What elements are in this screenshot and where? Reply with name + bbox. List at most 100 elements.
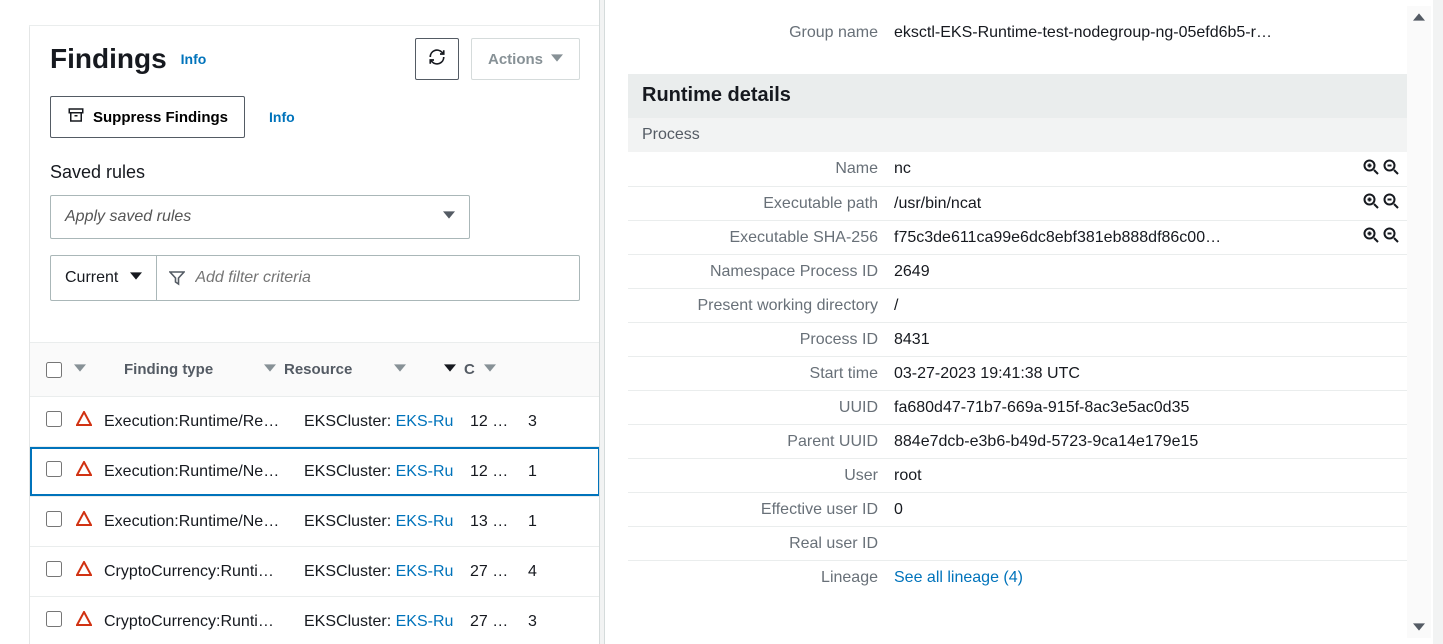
date-cell: 27 … <box>470 613 528 631</box>
sort-icon <box>394 361 406 378</box>
column-header-resource[interactable]: Resource <box>284 361 414 378</box>
saved-rules-heading: Saved rules <box>50 162 580 183</box>
date-cell: 12 … <box>470 463 528 481</box>
detail-row: Userroot <box>628 458 1407 492</box>
resource-cell: EKSCluster: EKS-Ru <box>304 613 470 631</box>
detail-row: Executable SHA-256f75c3de611ca99e6dc8ebf… <box>628 220 1407 254</box>
select-all-checkbox[interactable] <box>46 362 62 378</box>
sort-icon <box>484 361 496 378</box>
page-title: Findings <box>50 43 167 75</box>
finding-type-cell: Execution:Runtime/Ne… <box>104 463 304 481</box>
resource-link[interactable]: EKS-Ru <box>396 463 454 480</box>
date-cell: 13 … <box>470 513 528 531</box>
chevron-down-icon <box>130 269 142 287</box>
refresh-button[interactable] <box>415 38 459 80</box>
detail-value: root <box>894 467 1407 485</box>
actions-label: Actions <box>488 51 543 68</box>
detail-row: Process ID8431 <box>628 322 1407 356</box>
zoom-out-icon[interactable] <box>1383 227 1399 248</box>
info-link[interactable]: Info <box>181 51 207 67</box>
group-name-value: eksctl-EKS-Runtime-test-nodegroup-ng-05e… <box>894 24 1407 42</box>
suppress-findings-button[interactable]: Suppress Findings <box>50 96 245 138</box>
table-row[interactable]: Execution:Runtime/Ne…EKSCluster: EKS-Ru1… <box>30 447 600 497</box>
process-details-table: NamencExecutable path/usr/bin/ncatExecut… <box>628 152 1407 594</box>
detail-value: / <box>894 297 1407 315</box>
detail-label: UUID <box>628 399 894 417</box>
table-row[interactable]: Execution:Runtime/Ne…EKSCluster: EKS-Ru1… <box>30 497 600 547</box>
saved-rules-placeholder: Apply saved rules <box>65 208 191 226</box>
sort-icon <box>444 361 456 378</box>
date-cell: 27 … <box>470 563 528 581</box>
filter-icon <box>169 270 185 286</box>
resource-link[interactable]: EKS-Ru <box>396 513 454 530</box>
detail-value: 8431 <box>894 331 1407 349</box>
detail-value: 0 <box>894 501 1407 519</box>
saved-rules-select[interactable]: Apply saved rules <box>50 195 470 239</box>
suppress-info-link[interactable]: Info <box>269 109 295 125</box>
detail-label: Executable path <box>628 195 894 213</box>
detail-label: Process ID <box>628 331 894 349</box>
chevron-down-icon <box>551 51 563 68</box>
row-checkbox[interactable] <box>46 461 62 477</box>
detail-label: Real user ID <box>628 535 894 553</box>
lineage-link[interactable]: See all lineage (4) <box>894 569 1407 587</box>
detail-label: Executable SHA-256 <box>628 229 894 247</box>
zoom-in-icon[interactable] <box>1363 193 1379 214</box>
detail-row: Executable path/usr/bin/ncat <box>628 186 1407 220</box>
chevron-down-icon <box>74 361 86 378</box>
detail-label: Parent UUID <box>628 433 894 451</box>
filter-scope-value: Current <box>65 269 118 287</box>
detail-row: UUIDfa680d47-71b7-669a-915f-8ac3e5ac0d35 <box>628 390 1407 424</box>
detail-label: Namespace Process ID <box>628 263 894 281</box>
detail-label: User <box>628 467 894 485</box>
scroll-down-icon[interactable] <box>1407 616 1431 638</box>
table-row[interactable]: CryptoCurrency:Runti…EKSCluster: EKS-Ru2… <box>30 547 600 597</box>
detail-value: f75c3de611ca99e6dc8ebf381eb888df86c00… <box>894 229 1363 247</box>
severity-icon <box>76 461 104 482</box>
row-checkbox[interactable] <box>46 561 62 577</box>
sort-icon <box>264 361 276 378</box>
resource-cell: EKSCluster: EKS-Ru <box>304 413 470 431</box>
details-scrollbar[interactable] <box>1407 6 1431 638</box>
row-checkbox[interactable] <box>46 411 62 427</box>
count-cell: 4 <box>528 563 558 581</box>
column-header-finding-type[interactable]: Finding type <box>94 361 284 378</box>
resource-cell: EKSCluster: EKS-Ru <box>304 463 470 481</box>
refresh-icon <box>428 48 446 70</box>
table-row[interactable]: Execution:Runtime/Re…EKSCluster: EKS-Ru1… <box>30 397 600 447</box>
detail-row: Effective user ID0 <box>628 492 1407 526</box>
detail-row: Real user ID <box>628 526 1407 560</box>
column-header-date[interactable] <box>414 361 464 378</box>
finding-type-cell: CryptoCurrency:Runti… <box>104 563 304 581</box>
detail-value: 2649 <box>894 263 1407 281</box>
zoom-in-icon[interactable] <box>1363 159 1379 180</box>
row-checkbox[interactable] <box>46 511 62 527</box>
suppress-label: Suppress Findings <box>93 109 228 126</box>
table-row[interactable]: CryptoCurrency:Runti…EKSCluster: EKS-Ru2… <box>30 597 600 644</box>
filter-input[interactable] <box>195 269 567 287</box>
count-cell: 3 <box>528 613 558 631</box>
severity-icon <box>76 561 104 582</box>
actions-button[interactable]: Actions <box>471 38 580 80</box>
detail-label: Name <box>628 160 894 178</box>
chevron-down-icon <box>443 208 455 226</box>
resource-link[interactable]: EKS-Ru <box>396 413 454 430</box>
filter-scope-select[interactable]: Current <box>50 255 157 301</box>
zoom-out-icon[interactable] <box>1383 159 1399 180</box>
resource-cell: EKSCluster: EKS-Ru <box>304 563 470 581</box>
zoom-out-icon[interactable] <box>1383 193 1399 214</box>
detail-row: Start time03-27-2023 19:41:38 UTC <box>628 356 1407 390</box>
runtime-details-heading: Runtime details <box>628 74 1407 117</box>
detail-value: /usr/bin/ncat <box>894 195 1363 213</box>
column-header-count[interactable]: C <box>464 361 504 378</box>
scroll-up-icon[interactable] <box>1407 6 1431 28</box>
detail-label: Effective user ID <box>628 501 894 519</box>
resource-link[interactable]: EKS-Ru <box>396 563 454 580</box>
severity-icon <box>76 411 104 432</box>
detail-row: Namenc <box>628 152 1407 186</box>
zoom-in-icon[interactable] <box>1363 227 1379 248</box>
resource-link[interactable]: EKS-Ru <box>396 613 454 630</box>
row-checkbox[interactable] <box>46 611 62 627</box>
date-cell: 12 … <box>470 413 528 431</box>
detail-value: 884e7dcb-e3b6-b49d-5723-9ca14e179e15 <box>894 433 1407 451</box>
